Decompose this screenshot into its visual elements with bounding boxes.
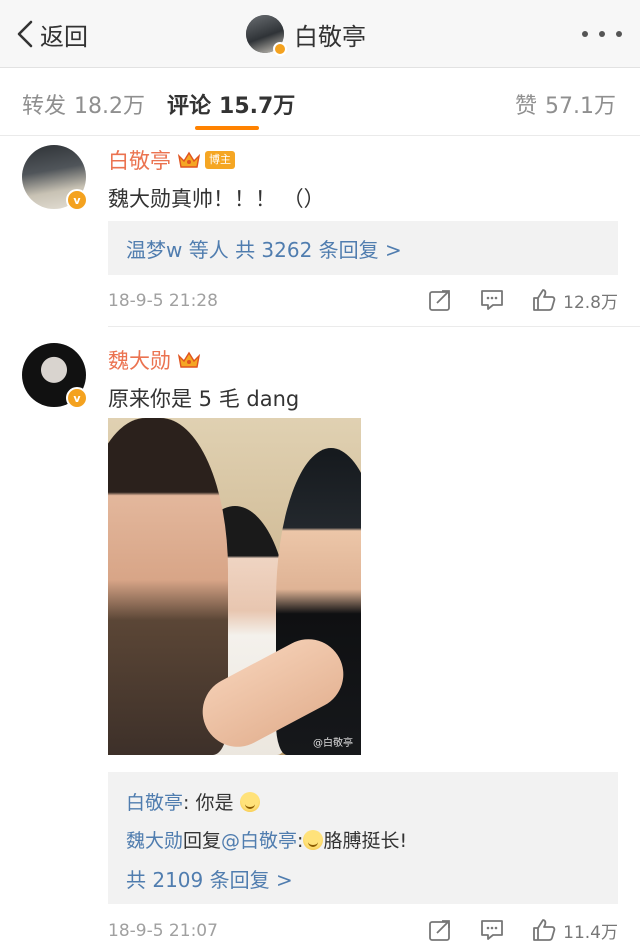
photo-watermark: @白敬亭 [313,738,353,749]
chevron-left-icon [17,20,33,48]
crown-icon [177,151,201,168]
like-icon [533,919,556,941]
reply-list-box: 白敬亭: 你是 魏大勋回复@白敬亭: 胳膊挺长! 共 2109 条回复 > [108,772,618,904]
comment-item: v 白敬亭 博主 魏大勋真帅！！！ （） 温梦w 等人 共 3262 条回复 >… [0,137,640,327]
reply-mention[interactable]: @白敬亭 [221,830,297,852]
verified-icon: v [66,189,88,211]
tab-label: 转发 [22,94,67,119]
reply-author[interactable]: 魏大勋 [126,830,183,852]
like-button[interactable]: 11.4万 [531,917,618,943]
more-icon[interactable] [582,22,622,46]
like-button[interactable]: 12.8万 [531,287,618,313]
reply-summary-link[interactable]: 温梦w 等人 共 3262 条回复 > [126,234,402,263]
back-button[interactable]: 返回 [14,14,88,54]
reply-summary-box[interactable]: 温梦w 等人 共 3262 条回复 > [108,221,618,275]
username-text: 白敬亭 [108,149,171,173]
smile-emoji-icon [303,830,324,850]
comment-username[interactable]: 魏大勋 [108,345,201,375]
comment-time: 18-9-5 21:28 [108,291,218,311]
comment-text: 魏大勋真帅！！！ （） [108,187,325,211]
tab-like[interactable]: 赞 57.1万 [515,88,616,120]
tab-repost[interactable]: 转发 18.2万 [22,88,145,120]
share-icon[interactable] [427,287,453,313]
avatar[interactable]: v [22,145,88,211]
tab-label: 赞 [514,94,537,119]
reply-text-tail: 胳膊挺长! [323,830,408,852]
comment-icon[interactable] [479,287,505,313]
reply-item[interactable]: 魏大勋回复@白敬亭: 胳膊挺长! [126,826,407,853]
reply-author[interactable]: 白敬亭 [126,792,183,814]
comment-actions: 11.4万 [401,917,618,943]
comment-time: 18-9-5 21:07 [108,921,218,941]
comment-actions: 12.8万 [401,287,618,313]
reply-verb: 回复 [183,830,222,852]
tab-comment[interactable]: 评论 15.7万 [167,88,295,120]
like-count: 11.4万 [563,922,618,943]
page-title: 白敬亭 [294,22,366,51]
verified-icon: v [66,387,88,409]
comment-text: 原来你是 5 毛 dang [108,387,300,411]
reply-text: : 你是 [183,792,240,814]
verified-icon [273,42,287,56]
reply-total-link[interactable]: 共 2109 条回复 > [126,864,293,893]
username-text: 魏大勋 [108,349,171,373]
tab-active-indicator [195,126,259,130]
tab-count: 57.1万 [545,94,616,119]
back-label: 返回 [40,22,88,51]
avatar[interactable]: v [22,343,88,409]
nav-bar: 返回 白敬亭 [0,0,640,68]
tab-count: 18.2万 [74,94,146,119]
smile-emoji-icon [239,792,260,812]
like-icon [533,289,556,311]
avatar[interactable] [246,15,287,56]
comment-photo[interactable]: @白敬亭 [108,418,361,755]
tab-label: 评论 [167,94,212,119]
share-icon[interactable] [427,917,453,943]
tab-count: 15.7万 [219,94,296,119]
nav-user[interactable]: 白敬亭 [246,14,366,56]
crown-icon [177,351,201,368]
tab-bar: 转发 18.2万 评论 15.7万 赞 57.1万 [0,68,640,136]
comment-icon[interactable] [479,917,505,943]
like-count: 12.8万 [563,292,618,313]
reply-item[interactable]: 白敬亭: 你是 [126,788,260,815]
comment-username[interactable]: 白敬亭 博主 [108,145,235,175]
host-badge: 博主 [205,151,235,169]
